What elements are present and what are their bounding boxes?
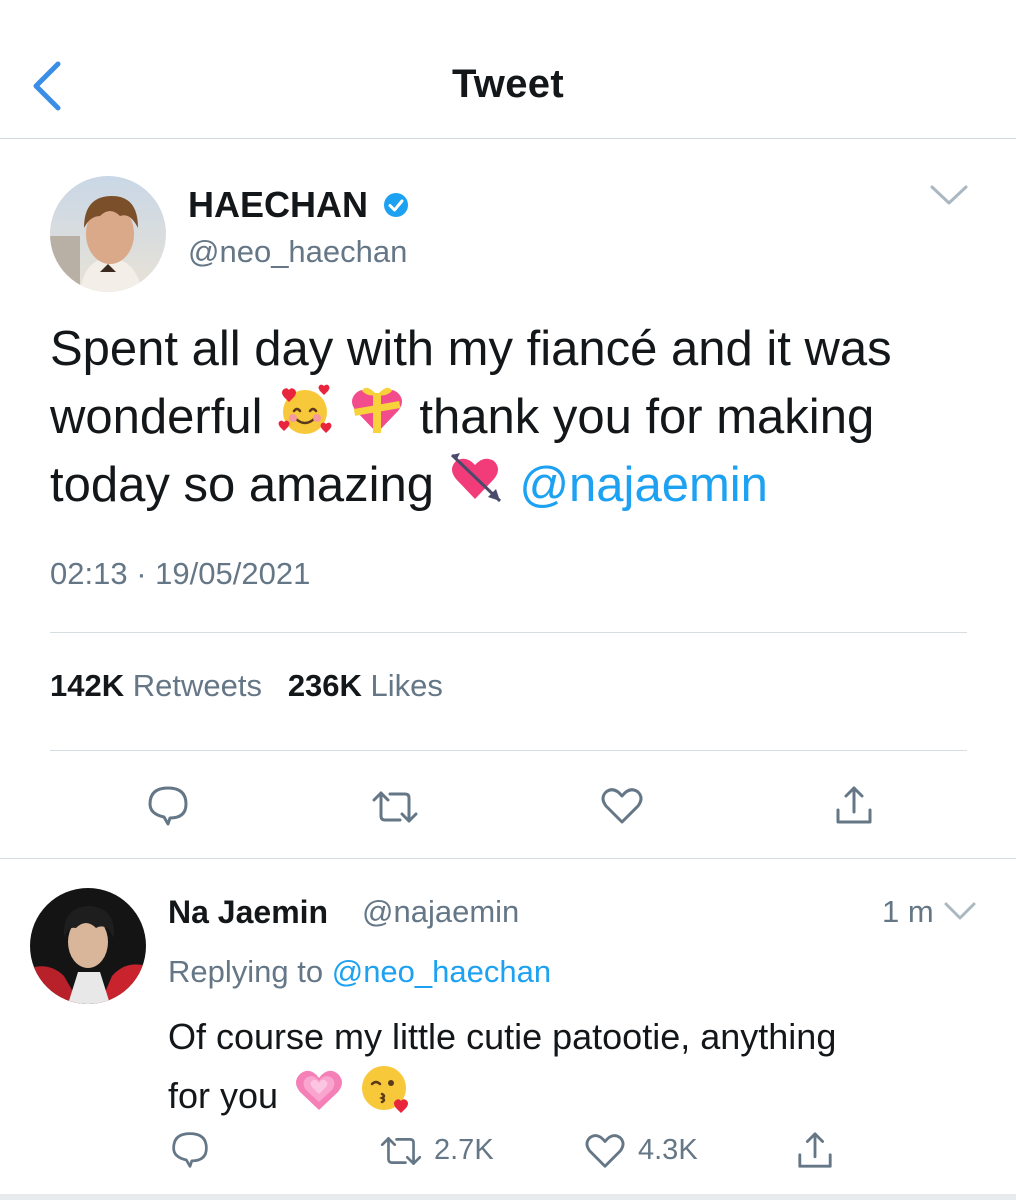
page-title: Tweet — [452, 62, 564, 106]
tweet-text-line: Spent all day with my fiancé and it was — [50, 322, 892, 376]
reply-timestamp: 1 m — [882, 894, 934, 929]
chevron-down-icon[interactable] — [928, 182, 970, 208]
replying-to-link[interactable]: @neo_haechan — [332, 954, 551, 989]
avatar[interactable] — [50, 176, 166, 292]
divider — [50, 632, 967, 633]
face-blowing-kiss-icon — [362, 1066, 409, 1113]
reply-text-line: Of course my little cutie patootie, anyt… — [168, 1016, 837, 1057]
tweet-stats: 142K Retweets 236K Likes — [50, 668, 443, 704]
retweet-icon[interactable] — [378, 1134, 424, 1168]
tweet-timestamp: 02:13 · 19/05/2021 — [50, 556, 311, 591]
author-handle[interactable]: @neo_haechan — [188, 234, 407, 270]
share-icon[interactable] — [834, 784, 874, 828]
heart-with-arrow-icon — [450, 453, 501, 503]
growing-heart-icon — [296, 1070, 343, 1110]
like-heart-icon[interactable] — [584, 1132, 626, 1170]
like-heart-icon[interactable] — [600, 786, 644, 826]
smiling-face-with-hearts-icon — [278, 384, 332, 434]
reply-author-handle[interactable]: @najaemin — [362, 894, 519, 930]
tweet-text: Spent all day with my fiancé and it was … — [50, 318, 980, 517]
reply-like-count[interactable]: 4.3K — [638, 1134, 698, 1167]
replying-to: Replying to @neo_haechan — [168, 954, 552, 989]
share-icon[interactable] — [796, 1130, 834, 1172]
section-divider — [0, 858, 1016, 859]
reply-icon[interactable] — [170, 1130, 210, 1170]
reply-text: Of course my little cutie patootie, anyt… — [168, 1012, 988, 1121]
divider — [50, 750, 967, 751]
mention-link[interactable]: @najaemin — [519, 458, 768, 512]
bottom-edge — [0, 1194, 1016, 1200]
reply-text-line: for you — [168, 1062, 988, 1121]
retweet-stat[interactable]: 142K Retweets — [50, 668, 262, 703]
heart-with-ribbon-icon — [351, 387, 402, 433]
tweet-text-line: wonderful thank you for making — [50, 381, 980, 449]
tweet-text-line: today so amazing @najaemin — [50, 449, 980, 517]
verified-badge-icon — [384, 193, 409, 217]
reply-icon[interactable] — [146, 784, 190, 828]
reply-retweet-count[interactable]: 2.7K — [434, 1134, 494, 1167]
like-stat[interactable]: 236K Likes — [288, 668, 443, 703]
chevron-down-icon[interactable] — [942, 900, 978, 922]
top-bar: Tweet — [0, 0, 1016, 139]
author-name[interactable]: HAECHAN — [188, 184, 410, 226]
retweet-icon[interactable] — [370, 788, 420, 826]
reply-author-name[interactable]: Na Jaemin — [168, 894, 328, 931]
avatar[interactable] — [30, 888, 146, 1004]
